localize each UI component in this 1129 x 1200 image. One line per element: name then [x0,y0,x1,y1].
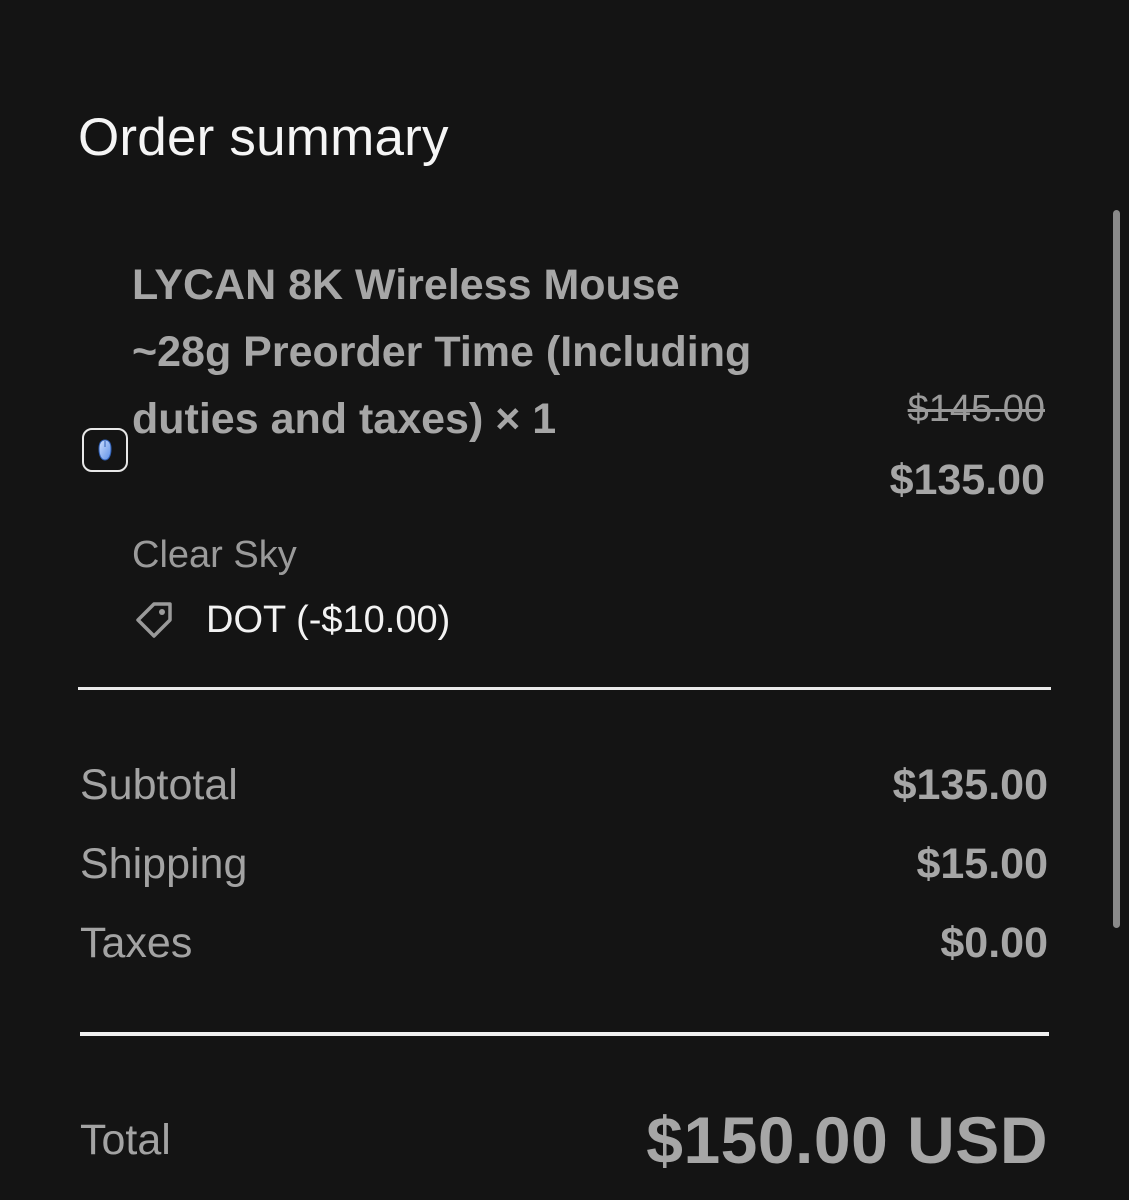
subtotal-value: $135.00 [892,760,1048,809]
total-row: Total $150.00 USD [80,1100,1048,1180]
total-value: $150.00 USD [646,1103,1048,1177]
mouse-icon [98,439,112,461]
total-label: Total [80,1115,171,1164]
product-variant: Clear Sky [132,534,297,576]
divider [80,1032,1049,1036]
product-name: LYCAN 8K Wireless Mouse ~28g Preorder Ti… [132,261,752,443]
item-price: $135.00 [889,456,1045,504]
shipping-row: Shipping $15.00 [80,836,1048,892]
page-title: Order summary [78,108,449,167]
order-summary-panel: Order summary LYCAN 8K Wireless Mouse ~2… [0,0,1129,1200]
original-price: $145.00 [907,388,1045,430]
shipping-value: $15.00 [916,839,1048,888]
subtotal-label: Subtotal [80,760,238,809]
discount-tag: DOT (-$10.00) [132,593,450,647]
taxes-label: Taxes [80,918,193,967]
product-thumbnail [82,428,128,472]
scrollbar[interactable] [1113,210,1120,928]
divider [78,687,1051,690]
discount-label: DOT (-$10.00) [206,598,451,641]
tag-icon [136,602,172,638]
taxes-row: Taxes $0.00 [80,915,1048,971]
taxes-value: $0.00 [940,918,1048,967]
subtotal-row: Subtotal $135.00 [80,757,1048,813]
shipping-label: Shipping [80,839,248,888]
